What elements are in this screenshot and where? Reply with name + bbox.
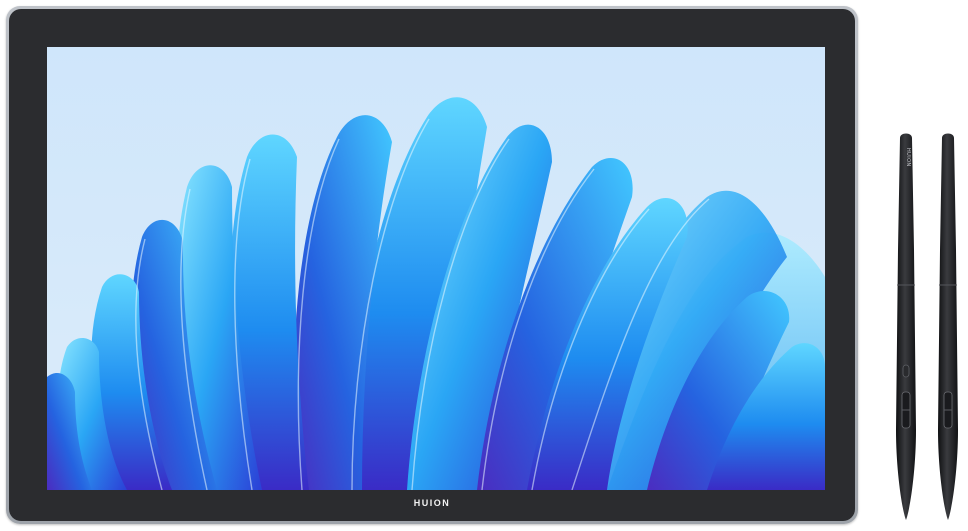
pen-display-tablet: HUION	[6, 6, 858, 524]
brand-logo: HUION	[413, 498, 451, 508]
abstract-blue-petals-icon	[47, 47, 825, 490]
display-screen	[47, 47, 825, 490]
display-bezel: HUION	[9, 9, 855, 521]
stylus-pen-icon	[938, 133, 958, 520]
stylus-pen-with-label: HUION	[888, 130, 924, 520]
stylus-pen	[930, 130, 966, 520]
product-photo: HUION HUION	[0, 0, 968, 531]
pen-brand-label: HUION	[905, 148, 911, 167]
stylus-pen-icon	[896, 133, 916, 520]
